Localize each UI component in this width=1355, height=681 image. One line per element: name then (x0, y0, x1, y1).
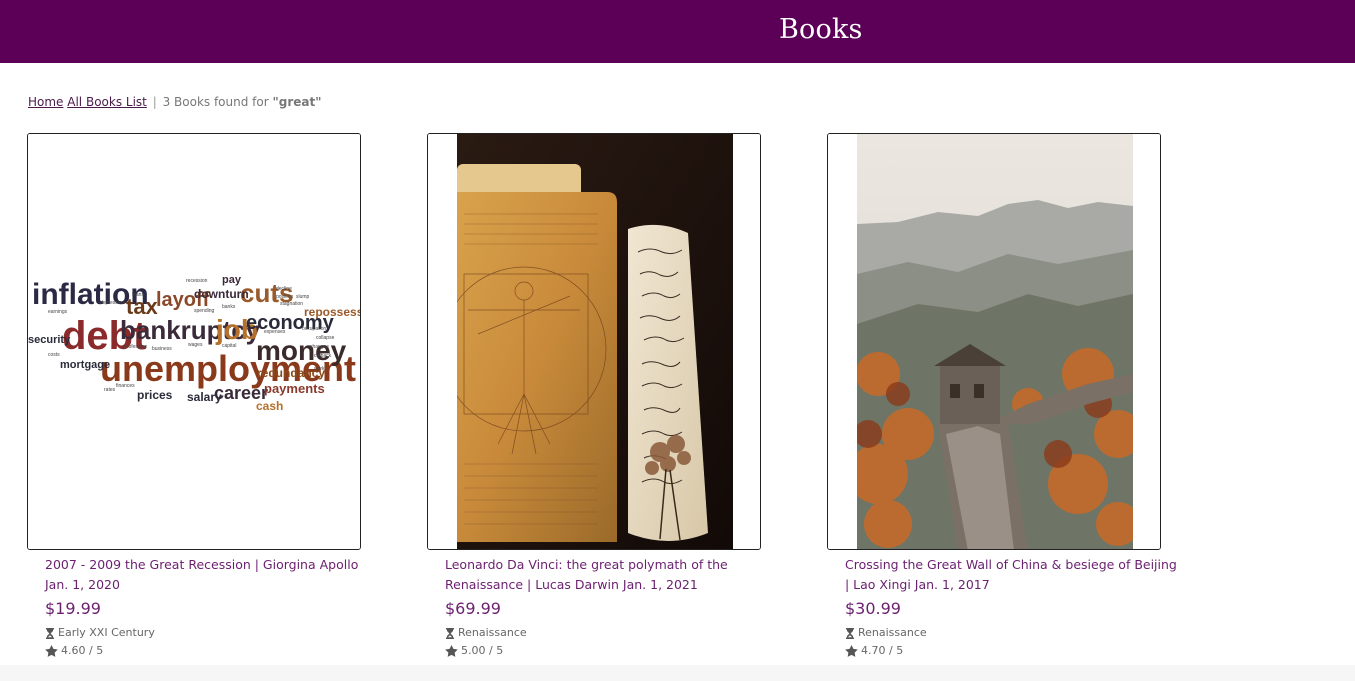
svg-text:cutback: cutback (314, 353, 332, 359)
svg-text:capital: capital (222, 343, 236, 349)
hourglass-icon (445, 627, 455, 639)
book-cover[interactable] (427, 133, 761, 550)
svg-text:recession: recession (186, 278, 208, 284)
svg-text:expenses: expenses (264, 329, 286, 335)
category-label: Renaissance (858, 626, 927, 639)
cover-word: security (28, 334, 71, 346)
cover-word: salary (187, 390, 222, 404)
great-wall-cover-image (828, 134, 1160, 549)
svg-text:slump: slump (296, 294, 310, 300)
page-footer-strip (0, 665, 1355, 681)
svg-text:rates: rates (104, 387, 116, 393)
star-icon (445, 645, 458, 657)
svg-text:decline: decline (276, 286, 292, 292)
svg-text:position: position (276, 294, 293, 300)
search-query: "great" (272, 95, 322, 109)
book-rating: 4.70 / 5 (845, 642, 1185, 660)
book-rating: 4.60 / 5 (45, 642, 385, 660)
book-cover[interactable]: inflation debt bankruptcy job unemployme… (27, 133, 361, 550)
svg-text:costs: costs (48, 352, 60, 358)
breadcrumb-all-books-link[interactable]: All Books List (67, 95, 147, 109)
rating-value: 4.60 / 5 (61, 644, 104, 657)
book-price: $69.99 (445, 599, 501, 618)
svg-text:changes: changes (310, 344, 329, 350)
book-category: Early XXI Century (45, 624, 385, 642)
svg-text:wages: wages (188, 342, 203, 348)
cover-word: downturn (194, 287, 249, 301)
rating-value: 4.70 / 5 (861, 644, 904, 657)
svg-text:business: business (152, 346, 172, 352)
book-title-link[interactable]: Crossing the Great Wall of China & besie… (845, 555, 1185, 595)
result-count-text: 3 Books found for (162, 95, 269, 109)
breadcrumb: Home All Books List | 3 Books found for … (28, 95, 321, 109)
book-price: $30.99 (845, 599, 901, 618)
cover-word: pay (222, 274, 242, 286)
svg-text:work: work (314, 366, 325, 372)
rating-value: 5.00 / 5 (461, 644, 504, 657)
svg-text:depression: depression (100, 300, 125, 306)
category-label: Early XXI Century (58, 626, 155, 639)
book-category: Renaissance (445, 624, 785, 642)
cover-word: mortgage (60, 359, 110, 371)
book-title-link[interactable]: 2007 - 2009 the Great Recession | Giorgi… (45, 555, 385, 595)
page-title: Books (779, 14, 863, 45)
star-icon (45, 645, 58, 657)
svg-text:occupation: occupation (302, 326, 326, 332)
cover-word: repossession (304, 305, 361, 319)
cover-word: cash (256, 399, 283, 413)
hourglass-icon (45, 627, 55, 639)
svg-text:earnings: earnings (48, 309, 68, 315)
svg-text:banks: banks (222, 304, 236, 310)
top-header: Books (0, 0, 1355, 63)
book-rating: 5.00 / 5 (445, 642, 785, 660)
breadcrumb-home-link[interactable]: Home (28, 95, 63, 109)
vitruvian-man-cover-image (428, 134, 760, 549)
hourglass-icon (845, 627, 855, 639)
svg-text:profession: profession (124, 344, 147, 350)
svg-text:spending: spending (194, 308, 215, 314)
cover-word: payments (264, 381, 325, 396)
book-title-link[interactable]: Leonardo Da Vinci: the great polymath of… (445, 555, 785, 595)
svg-text:loans: loans (132, 292, 144, 298)
star-icon (845, 645, 858, 657)
word-cloud-cover-image: inflation debt bankruptcy job unemployme… (28, 134, 361, 549)
category-label: Renaissance (458, 626, 527, 639)
book-info: Leonardo Da Vinci: the great polymath of… (445, 555, 785, 660)
cover-word: prices (137, 388, 173, 402)
svg-text:collapse: collapse (316, 335, 335, 341)
book-cover[interactable] (827, 133, 1161, 550)
book-price: $19.99 (45, 599, 101, 618)
svg-text:stagnation: stagnation (280, 301, 303, 307)
book-category: Renaissance (845, 624, 1185, 642)
svg-text:finances: finances (116, 383, 135, 389)
book-info: 2007 - 2009 the Great Recession | Giorgi… (45, 555, 385, 660)
breadcrumb-separator: | (152, 95, 157, 109)
book-info: Crossing the Great Wall of China & besie… (845, 555, 1185, 660)
